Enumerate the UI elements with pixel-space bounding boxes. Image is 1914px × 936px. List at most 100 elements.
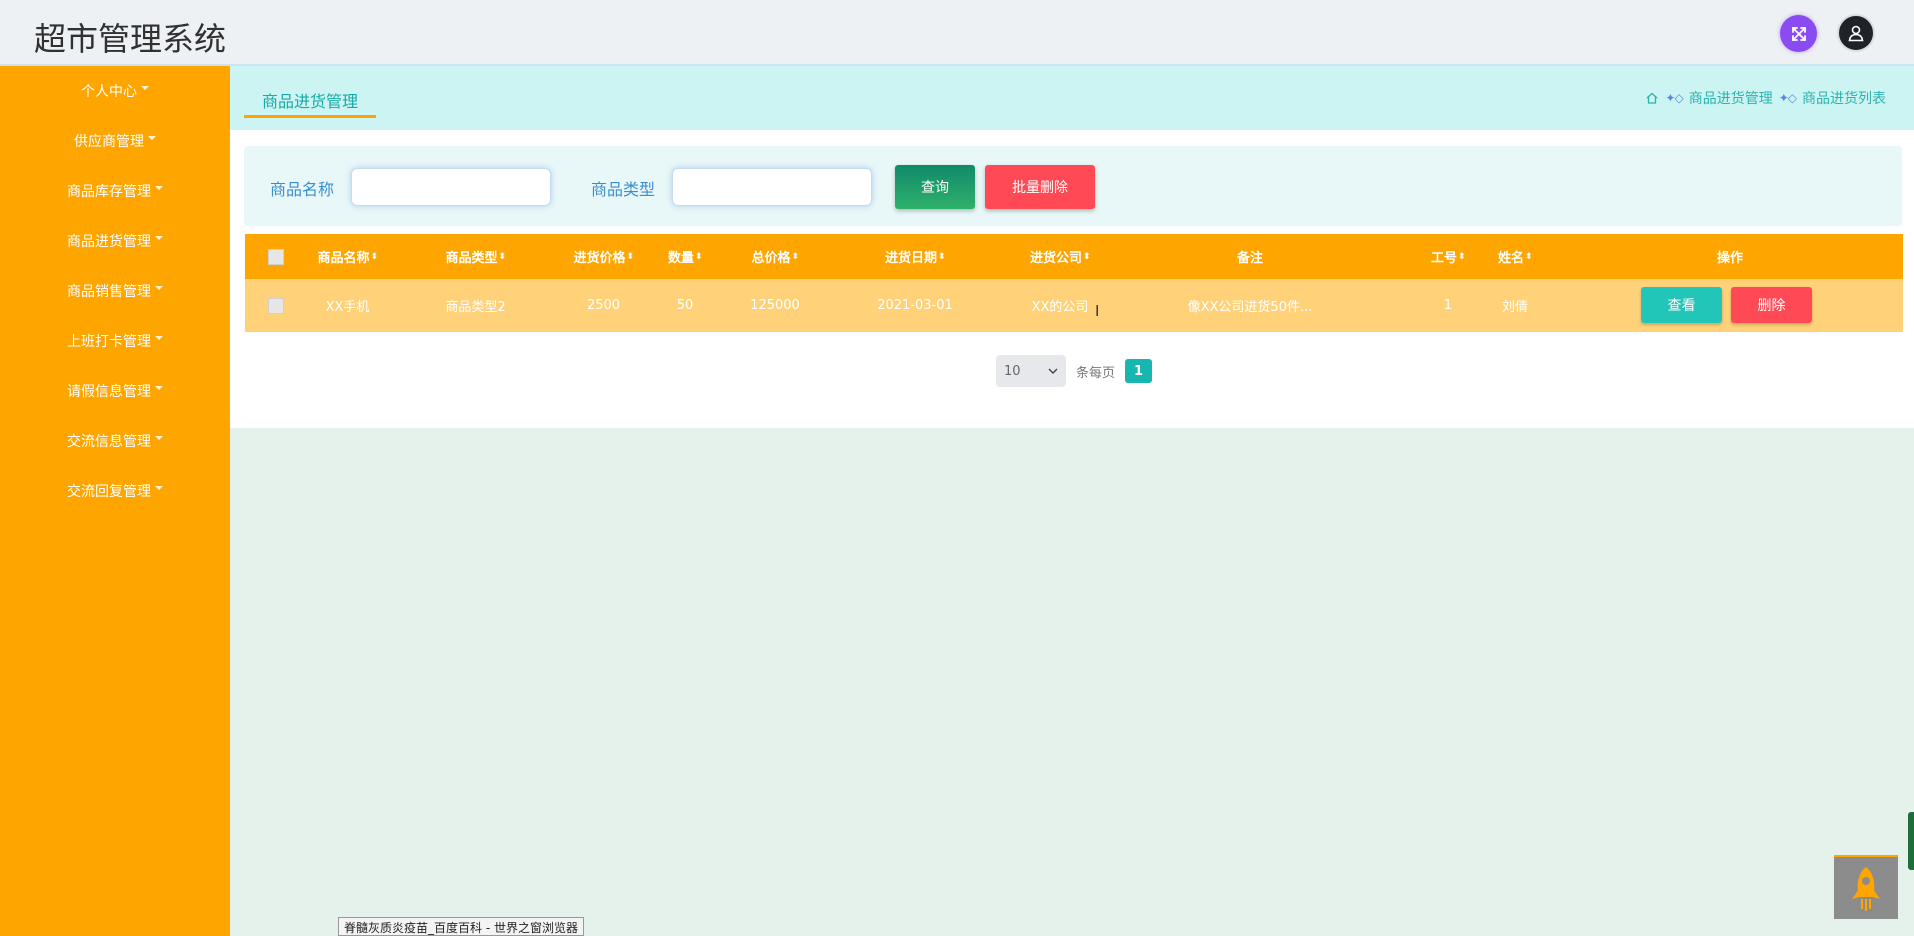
- chevron-down-icon: [155, 336, 163, 340]
- tab-bar: 商品进货管理 ✦◇ 商品进货管理 ✦◇ 商品进货列表: [230, 66, 1914, 130]
- column-header-label: 工号: [1430, 251, 1457, 266]
- purchase-table: 商品名称 ⬍ 商品类型 ⬍ 进货价格 ⬍ 数量 ⬍ 总价格 ⬍ 进货日期 ⬍ 进货公司 ⬍ 备…: [245, 234, 1903, 332]
- column-header-label: 进货公司: [1029, 251, 1082, 266]
- sort-icon: ⬍: [695, 251, 703, 262]
- delete-button[interactable]: 删除: [1731, 287, 1812, 323]
- sidebar-item-label: 交流信息管理: [67, 434, 151, 450]
- cell-type: 商品类型2: [445, 300, 506, 315]
- chevron-down-icon: [141, 86, 149, 90]
- sort-icon: ⬍: [938, 251, 946, 262]
- page-size-value: 10: [1004, 363, 1021, 379]
- breadcrumb-separator-icon: ✦◇: [1665, 91, 1683, 105]
- select-all-cell: [245, 234, 307, 279]
- product-type-input[interactable]: [672, 168, 872, 206]
- sidebar-item-label: 商品库存管理: [67, 184, 151, 200]
- chevron-down-icon: [155, 286, 163, 290]
- column-header-supplier[interactable]: 进货公司 ⬍: [1015, 234, 1105, 279]
- product-name-label: 商品名称: [270, 180, 335, 199]
- chevron-down-icon: [1048, 368, 1058, 374]
- chevron-down-icon: [155, 436, 163, 440]
- column-header-quantity[interactable]: 数量 ⬍: [655, 234, 715, 279]
- chevron-down-icon: [155, 386, 163, 390]
- column-header-label: 姓名: [1497, 251, 1524, 266]
- row-select-cell: [245, 279, 307, 332]
- cell-employee-no: 1: [1443, 298, 1453, 313]
- sidebar-item-reply[interactable]: 交流回复管理: [0, 466, 230, 516]
- row-checkbox[interactable]: [268, 297, 284, 314]
- sidebar-item-label: 个人中心: [81, 84, 137, 100]
- cell-remarks: 像XX公司进货50件...: [1187, 300, 1313, 315]
- column-header-name[interactable]: 商品名称 ⬍: [305, 234, 390, 279]
- sidebar-nav: 个人中心 供应商管理 商品库存管理 商品进货管理 商品销售管理 上班打卡管理 请…: [0, 66, 230, 936]
- sidebar-item-purchase[interactable]: 商品进货管理: [0, 216, 230, 266]
- chevron-down-icon: [148, 136, 156, 140]
- column-header-label: 进货日期: [884, 251, 937, 266]
- column-header-remarks: 备注: [1185, 234, 1315, 279]
- column-header-type[interactable]: 商品类型 ⬍: [433, 234, 518, 279]
- sidebar-item-supplier[interactable]: 供应商管理: [0, 116, 230, 166]
- cell-total-price: 125000: [750, 298, 800, 313]
- sidebar-item-label: 商品销售管理: [67, 284, 151, 300]
- pagination: 10 条每页 1: [996, 355, 1153, 387]
- sort-icon: ⬍: [1458, 251, 1466, 262]
- table-header-row: 商品名称 ⬍ 商品类型 ⬍ 进货价格 ⬍ 数量 ⬍ 总价格 ⬍ 进货日期 ⬍ 进货公司 ⬍ 备…: [245, 234, 1903, 279]
- chevron-down-icon: [155, 486, 163, 490]
- column-header-label: 操作: [1716, 251, 1743, 266]
- cell-supplier: XX的公司: [1031, 300, 1089, 315]
- column-header-label: 备注: [1236, 251, 1263, 266]
- side-edge-tab[interactable]: [1908, 812, 1914, 870]
- batch-delete-button[interactable]: 批量删除: [985, 165, 1095, 209]
- cell-purchase-price: 2500: [586, 298, 621, 313]
- sort-icon: ⬍: [626, 251, 635, 262]
- query-button[interactable]: 查询: [895, 165, 975, 209]
- column-header-employee-no[interactable]: 工号 ⬍: [1423, 234, 1473, 279]
- sidebar-item-personal-center[interactable]: 个人中心: [0, 66, 230, 116]
- top-header: 超市管理系统: [0, 0, 1914, 66]
- sidebar-item-leave[interactable]: 请假信息管理: [0, 366, 230, 416]
- user-avatar-icon: [1848, 25, 1864, 42]
- sort-icon: ⬍: [1083, 251, 1091, 262]
- sidebar-item-communication[interactable]: 交流信息管理: [0, 416, 230, 466]
- sidebar-item-label: 上班打卡管理: [67, 334, 151, 350]
- column-header-label: 商品类型: [445, 251, 498, 266]
- rocket-icon: [1852, 867, 1880, 911]
- product-name-input[interactable]: [351, 168, 551, 206]
- column-header-purchase-date[interactable]: 进货日期 ⬍: [865, 234, 965, 279]
- sidebar-item-inventory[interactable]: 商品库存管理: [0, 166, 230, 216]
- sidebar-item-sales[interactable]: 商品销售管理: [0, 266, 230, 316]
- tab-purchase-management[interactable]: 商品进货管理: [244, 88, 376, 118]
- sidebar-item-attendance[interactable]: 上班打卡管理: [0, 316, 230, 366]
- user-menu-button[interactable]: [1837, 14, 1875, 52]
- breadcrumb: ✦◇ 商品进货管理 ✦◇ 商品进货列表: [1645, 88, 1886, 108]
- sidebar-item-label: 交流回复管理: [67, 484, 151, 500]
- column-header-purchase-price[interactable]: 进货价格 ⬍: [561, 234, 646, 279]
- sidebar-item-label: 请假信息管理: [67, 384, 151, 400]
- column-header-label: 商品名称: [317, 251, 370, 266]
- app-title: 超市管理系统: [34, 20, 227, 58]
- sort-icon: ⬍: [791, 251, 800, 262]
- sidebar-item-label: 供应商管理: [74, 134, 144, 150]
- column-header-total-price[interactable]: 总价格 ⬍: [735, 234, 815, 279]
- home-icon[interactable]: [1645, 91, 1659, 105]
- per-page-label: 条每页: [1076, 365, 1116, 381]
- column-header-actions: 操作: [1635, 234, 1825, 279]
- back-to-top-button[interactable]: [1834, 855, 1898, 919]
- browser-status-bar: 脊髓灰质炎疫苗_百度百科 - 世界之窗浏览器: [338, 917, 584, 936]
- page-size-select[interactable]: 10: [996, 355, 1066, 387]
- expand-arrows-icon: [1791, 26, 1806, 41]
- breadcrumb-item[interactable]: 商品进货管理: [1689, 88, 1773, 108]
- column-header-label: 进货价格: [573, 251, 626, 266]
- sort-icon: ⬍: [370, 251, 379, 262]
- page-number-button[interactable]: 1: [1125, 359, 1153, 383]
- cell-name: XX手机: [325, 300, 370, 315]
- sidebar-item-label: 商品进货管理: [67, 234, 151, 250]
- fullscreen-button[interactable]: [1780, 15, 1817, 52]
- cell-quantity: 50: [676, 298, 694, 313]
- column-header-employee-name[interactable]: 姓名 ⬍: [1485, 234, 1545, 279]
- breadcrumb-item: 商品进货列表: [1802, 91, 1886, 107]
- select-all-checkbox[interactable]: [268, 248, 284, 265]
- chevron-down-icon: [155, 236, 163, 240]
- view-button[interactable]: 查看: [1641, 287, 1722, 323]
- breadcrumb-separator-icon: ✦◇: [1778, 91, 1797, 105]
- sort-icon: ⬍: [1525, 251, 1533, 262]
